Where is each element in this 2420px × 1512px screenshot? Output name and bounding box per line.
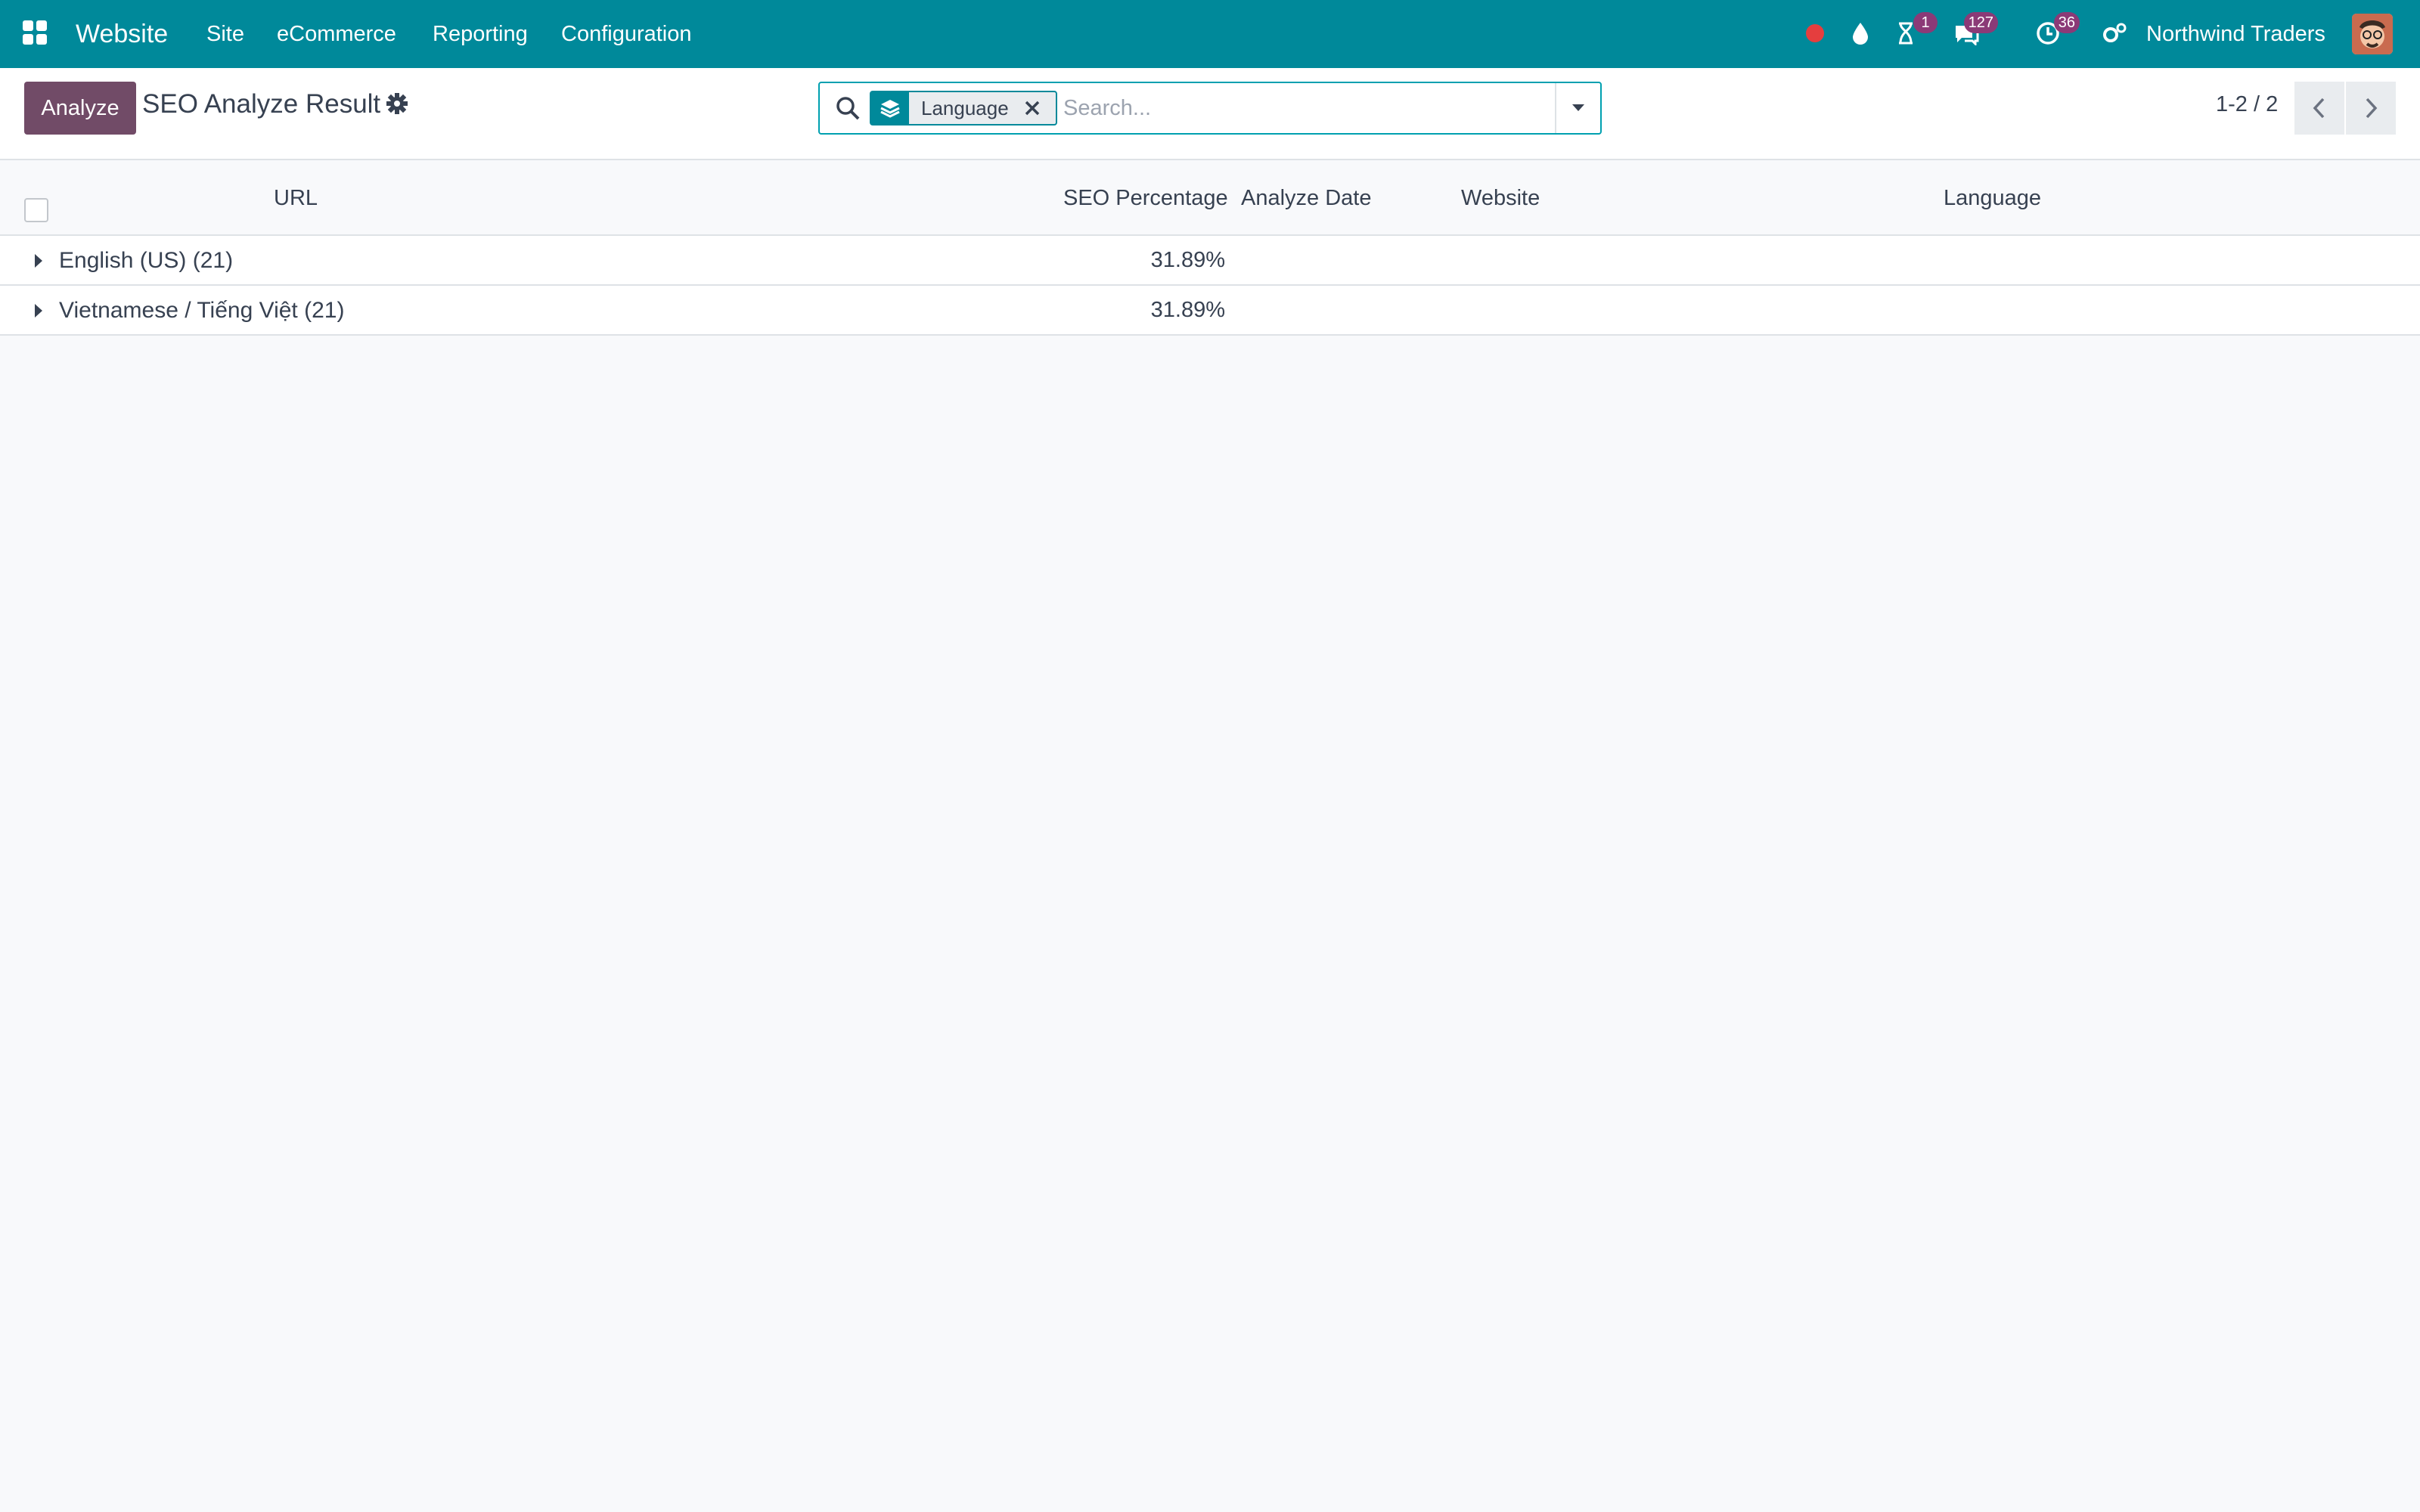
group-label: Vietnamese / Tiếng Việt (21): [59, 298, 345, 323]
activity-clock-icon[interactable]: 36: [2033, 12, 2080, 48]
hourglass-icon[interactable]: 1: [1891, 12, 1938, 48]
pager-previous-button[interactable]: [2294, 82, 2344, 135]
list-header: URL SEO Percentage Analyze Date Website …: [0, 160, 2420, 236]
caret-right-icon: [35, 304, 42, 318]
chevron-left-icon: [2313, 98, 2325, 119]
search-options-toggle[interactable]: [1555, 83, 1600, 133]
group-by-layers-icon: [871, 92, 909, 124]
activities-badge: 36: [2053, 12, 2080, 33]
column-header-language[interactable]: Language: [1944, 186, 2041, 211]
chevron-right-icon: [2366, 98, 2378, 119]
pager-next-button[interactable]: [2346, 82, 2396, 135]
top-navbar: Website Site eCommerce Reporting Configu…: [0, 0, 2420, 68]
settings-cogs-icon[interactable]: [2099, 18, 2130, 48]
page-title: SEO Analyze Result: [142, 89, 381, 119]
company-switcher[interactable]: Northwind Traders: [2146, 0, 2325, 68]
drop-icon[interactable]: [1845, 18, 1876, 48]
group-row-vietnamese[interactable]: Vietnamese / Tiếng Việt (21) 31.89%: [0, 286, 2420, 336]
column-header-website[interactable]: Website: [1461, 186, 1540, 211]
analyze-button[interactable]: Analyze: [24, 82, 136, 135]
group-seo-percentage: 31.89%: [1150, 248, 1225, 272]
app-brand[interactable]: Website: [76, 0, 168, 68]
apps-menu-icon[interactable]: [23, 20, 47, 45]
menu-ecommerce[interactable]: eCommerce: [277, 0, 396, 68]
caret-down-icon: [1572, 104, 1584, 111]
messages-badge: 127: [1963, 12, 1998, 33]
search-input[interactable]: [1063, 88, 1547, 129]
caret-right-icon: [35, 254, 42, 268]
search-facet-language: Language: [870, 91, 1057, 125]
column-header-url[interactable]: URL: [274, 186, 318, 211]
menu-reporting[interactable]: Reporting: [433, 0, 528, 68]
search-bar: Language: [818, 82, 1602, 135]
group-label: English (US) (21): [59, 248, 234, 273]
messages-icon[interactable]: 127: [1951, 12, 1998, 48]
menu-site[interactable]: Site: [206, 0, 244, 68]
group-row-english[interactable]: English (US) (21) 31.89%: [0, 236, 2420, 286]
search-icon[interactable]: [835, 95, 862, 122]
pager-value[interactable]: 1-2 / 2: [2216, 92, 2278, 117]
recording-dot-icon[interactable]: [1800, 18, 1830, 48]
group-seo-percentage: 31.89%: [1150, 298, 1225, 322]
menu-configuration[interactable]: Configuration: [561, 0, 692, 68]
close-icon[interactable]: [1021, 97, 1044, 119]
column-header-analyze-date[interactable]: Analyze Date: [1241, 186, 1372, 211]
user-avatar[interactable]: [2352, 14, 2393, 54]
select-all-checkbox[interactable]: [24, 198, 48, 222]
column-header-seo-percentage[interactable]: SEO Percentage: [1063, 186, 1228, 211]
facet-label: Language: [921, 96, 1009, 119]
gear-icon[interactable]: [386, 92, 410, 116]
timer-badge: 1: [1913, 12, 1938, 33]
control-panel: Analyze SEO Analyze Result Language Sear…: [0, 68, 2420, 160]
